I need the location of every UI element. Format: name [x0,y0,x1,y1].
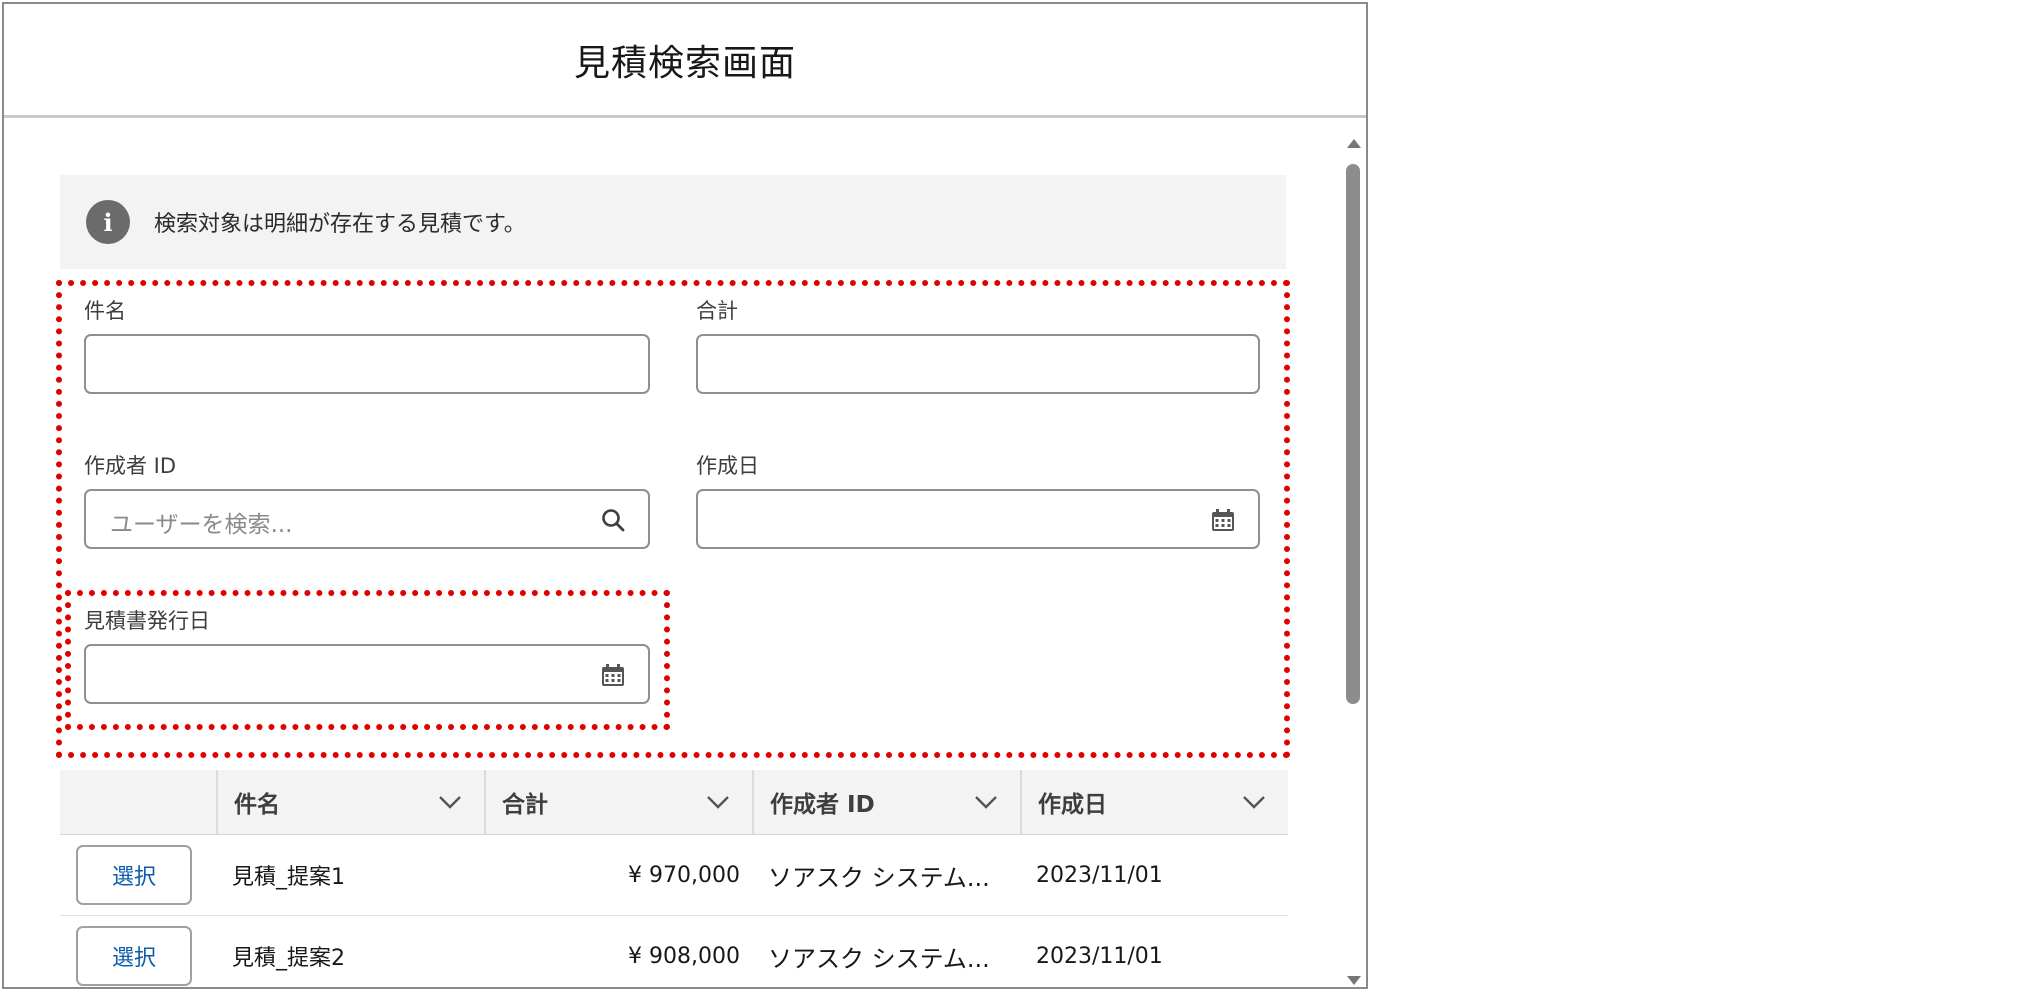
created-date-input[interactable] [696,489,1260,549]
header-label: 作成日 [1038,792,1107,818]
table-row: 選択 見積_提案1 ¥ 970,000 ソアスク システム... 2023/11… [60,835,1288,916]
total-input[interactable] [696,334,1260,394]
created-date-label: 作成日 [696,454,759,478]
quote-issue-date-label: 見積書発行日 [84,609,210,633]
total-label: 合計 [696,299,738,323]
info-message: 検索対象は明細が存在する見積です。 [154,212,526,237]
select-button[interactable]: 選択 [76,926,192,986]
quote-search-modal: 見積検索画面 i 検索対象は明細が存在する見積です。 件名 合計 作成者 ID … [2,2,1368,989]
calendar-icon[interactable] [600,662,626,688]
info-icon: i [86,200,130,244]
cell-created-date: 2023/11/01 [1036,943,1163,969]
cell-total: ¥ 970,000 [628,862,740,888]
creator-label: 作成者 ID [84,454,177,478]
chevron-down-icon[interactable] [974,792,998,812]
scroll-thumb[interactable] [1346,164,1360,704]
modal-header: 見積検索画面 [4,4,1366,118]
cell-subject: 見積_提案1 [232,865,345,890]
results-table: 件名 合計 作成者 ID 作成日 選択 見積_提案1 ¥ 970,000 ソアス… [60,770,1288,987]
subject-input[interactable] [84,334,650,394]
calendar-icon[interactable] [1210,507,1236,533]
search-icon[interactable] [600,507,626,533]
header-created-date[interactable]: 作成日 [1020,770,1288,834]
cell-created-date: 2023/11/01 [1036,862,1163,888]
select-button[interactable]: 選択 [76,845,192,905]
cell-total: ¥ 908,000 [628,943,740,969]
cell-subject: 見積_提案2 [232,946,345,971]
creator-lookup-input[interactable]: ユーザーを検索... [84,489,650,549]
modal-title: 見積検索画面 [573,42,796,84]
chevron-down-icon[interactable] [1242,792,1266,812]
scroll-up-arrow-icon[interactable] [1347,139,1361,148]
header-total[interactable]: 合計 [484,770,752,834]
chevron-down-icon[interactable] [706,792,730,812]
header-creator[interactable]: 作成者 ID [752,770,1020,834]
chevron-down-icon[interactable] [438,792,462,812]
modal-body: i 検索対象は明細が存在する見積です。 件名 合計 作成者 ID ユーザーを検索… [4,118,1364,987]
scroll-down-arrow-icon[interactable] [1347,976,1361,985]
quote-issue-date-input[interactable] [84,644,650,704]
table-row: 選択 見積_提案2 ¥ 908,000 ソアスク システム... 2023/11… [60,916,1288,987]
cell-creator: ソアスク システム... [768,944,990,973]
cell-creator: ソアスク システム... [768,863,990,892]
subject-label: 件名 [84,299,126,323]
header-label: 作成者 ID [770,792,875,818]
header-subject[interactable]: 件名 [216,770,484,834]
info-notice: i 検索対象は明細が存在する見積です。 [60,175,1286,269]
table-header: 件名 合計 作成者 ID 作成日 [60,770,1288,835]
header-label: 合計 [502,792,548,818]
creator-placeholder: ユーザーを検索... [110,512,293,538]
header-label: 件名 [234,792,280,818]
vertical-scrollbar[interactable] [1342,135,1364,985]
header-action [60,770,216,834]
